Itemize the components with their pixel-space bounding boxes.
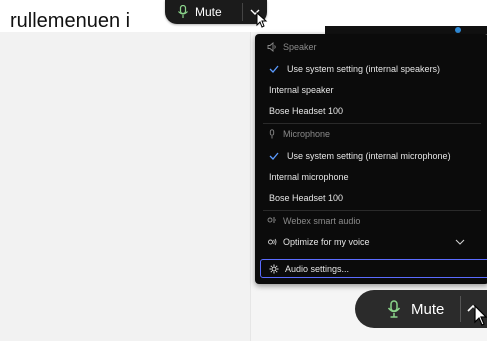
- chevron-down-icon[interactable]: [455, 238, 465, 246]
- microphone-option-system[interactable]: Use system setting (internal microphone): [269, 151, 451, 161]
- mouse-cursor-icon: [474, 305, 487, 326]
- caption-text: rullemenuen i: [10, 10, 131, 32]
- speaker-option-system[interactable]: Use system setting (internal speakers): [269, 64, 440, 74]
- speaker-option-bose[interactable]: Bose Headset 100: [269, 106, 343, 116]
- optimize-voice-label: Optimize for my voice: [283, 237, 370, 247]
- microphone-icon: [178, 5, 188, 18]
- microphone-option-label: Use system setting (internal microphone): [287, 151, 451, 161]
- microphone-option-label: Bose Headset 100: [269, 193, 344, 203]
- divider: [242, 3, 243, 21]
- microphone-option-internal[interactable]: Internal microphone: [269, 172, 349, 182]
- voice-icon: [268, 238, 277, 246]
- microphone-icon: [269, 129, 275, 139]
- smart-audio-section-header: Webex smart audio: [267, 216, 360, 226]
- status-dot: [455, 27, 461, 33]
- smart-audio-icon: [267, 217, 276, 223]
- audio-dropdown-menu: Speaker Use system setting (internal spe…: [255, 34, 487, 284]
- microphone-option-label: Internal microphone: [269, 172, 349, 182]
- mini-mute-label: Mute: [195, 5, 222, 19]
- speaker-icon: [267, 42, 276, 52]
- mini-mute-button[interactable]: Mute: [165, 0, 267, 24]
- checkmark-icon: [269, 65, 279, 73]
- speaker-option-label: Bose Headset 100: [269, 106, 344, 116]
- microphone-header-label: Microphone: [283, 129, 331, 139]
- divider: [460, 296, 461, 322]
- menu-divider: [263, 210, 481, 211]
- speaker-header-label: Speaker: [283, 42, 317, 52]
- microphone-option-bose[interactable]: Bose Headset 100: [269, 193, 343, 203]
- speaker-option-internal[interactable]: Internal speaker: [269, 85, 334, 95]
- mute-label: Mute: [411, 300, 445, 318]
- menu-divider: [263, 123, 481, 124]
- mute-button[interactable]: Mute: [355, 290, 487, 328]
- speaker-option-label: Use system setting (internal speakers): [287, 64, 441, 74]
- gear-icon: [269, 264, 279, 273]
- microphone-icon: [387, 300, 401, 318]
- speaker-option-label: Internal speaker: [269, 85, 334, 95]
- audio-settings-button[interactable]: Audio settings...: [260, 259, 487, 278]
- window-top-strip: [325, 26, 487, 34]
- optimize-voice-option[interactable]: Optimize for my voice: [267, 237, 479, 247]
- checkmark-icon: [269, 152, 279, 160]
- mouse-cursor-icon: [256, 12, 268, 28]
- smart-audio-header-label: Webex smart audio: [283, 216, 361, 226]
- speaker-section-header: Speaker: [267, 42, 317, 52]
- audio-settings-label: Audio settings...: [285, 263, 350, 274]
- microphone-section-header: Microphone: [267, 129, 330, 139]
